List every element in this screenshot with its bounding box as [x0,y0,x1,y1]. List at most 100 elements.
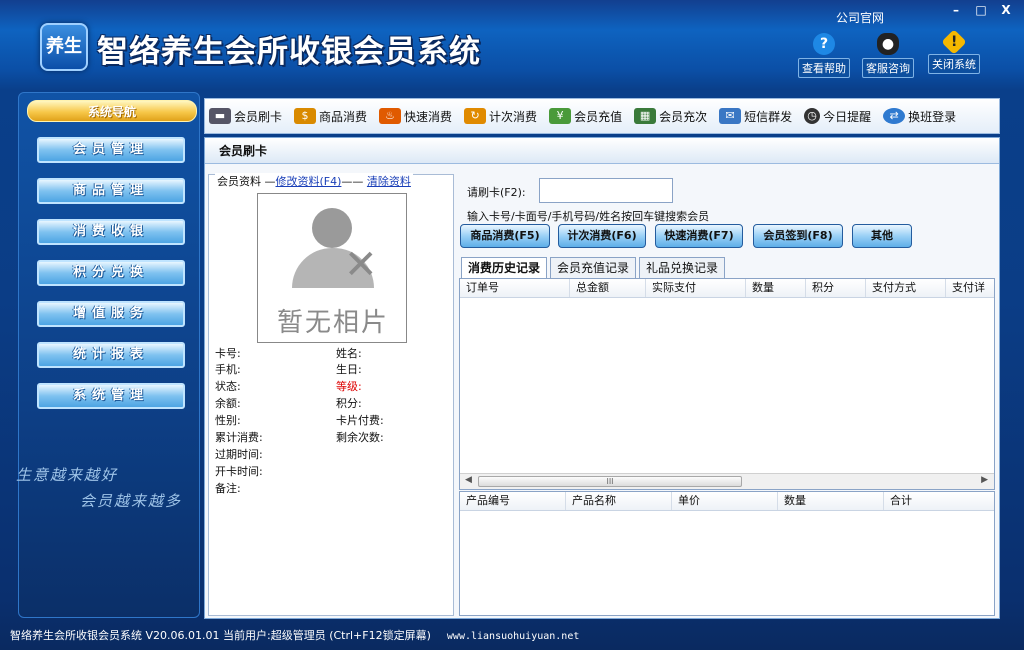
member-info-label: 会员资料 [217,175,261,188]
column-header[interactable]: 数量 [778,492,884,510]
flame-icon: ♨ [379,108,402,124]
toolbar-label: 会员充次 [659,109,708,124]
tab-recharge-records[interactable]: 会员充值记录 [550,257,637,278]
toolbar-member-count-recharge[interactable]: ▦ 会员充次 [634,108,707,125]
member-info-legend: 会员资料 —修改资料(F4)—— 清除资料 [215,173,413,189]
column-header[interactable]: 数量 [746,279,806,297]
slogan-line-1: 生意越来越好 [16,466,119,484]
minimize-button[interactable]: – [944,2,968,19]
column-header[interactable]: 产品编号 [460,492,566,510]
sidebar-item-product-management[interactable]: 商品管理 [37,178,185,204]
company-website-link[interactable]: 公司官网 [836,9,884,26]
clear-member-link[interactable]: 清除资料 [367,175,411,188]
money-bag-icon: $ [294,108,317,124]
field-balance: 余额: [215,397,241,410]
field-status: 状态: [215,380,241,393]
envelope-icon: ✉ [719,108,742,124]
sidebar-item-member-management[interactable]: 会员管理 [37,137,185,163]
record-tabs: 消费历史记录 会员充值记录 礼品兑换记录 [461,257,728,278]
column-header[interactable]: 产品名称 [566,492,672,510]
toolbar-label: 会员充值 [574,109,623,124]
close-button[interactable]: X [994,2,1018,19]
help-button[interactable]: ? 查看帮助 [795,33,853,78]
main-panel: 会员刷卡 会员资料 —修改资料(F4)—— 清除资料 ✕ 暂无相片 卡号: 手机… [204,137,1000,619]
column-header[interactable]: 支付方式 [866,279,946,297]
app-logo: 养生 [40,23,88,71]
help-label: 查看帮助 [798,58,850,78]
product-sale-button[interactable]: 商品消费(F5) [460,224,550,248]
column-header[interactable]: 支付详 [946,279,994,297]
switch-user-icon: ⇄ [883,108,906,124]
maximize-button[interactable]: □ [969,2,993,19]
help-icon: ? [813,33,835,55]
table-header: 订单号 总金额 实际支付 数量 积分 支付方式 支付详 [460,279,994,298]
close-system-label: 关闭系统 [928,54,980,74]
field-name: 姓名: [336,347,362,360]
column-header[interactable]: 订单号 [460,279,570,297]
no-photo-x-icon: ✕ [344,242,378,288]
order-detail-table[interactable]: 产品编号 产品名称 单价 数量 合计 [459,491,995,616]
toolbar-product-sale[interactable]: $ 商品消费 [294,108,367,125]
toolbar-label: 换班登录 [908,109,957,124]
scroll-thumb[interactable]: III [478,476,742,487]
toolbar-label: 商品消费 [319,109,368,124]
other-button[interactable]: 其他 [852,224,912,248]
toolbar-shift-login[interactable]: ⇄ 换班登录 [883,108,956,125]
quick-sale-button[interactable]: 快速消费(F7) [655,224,743,248]
member-info-panel: 会员资料 —修改资料(F4)—— 清除资料 ✕ 暂无相片 卡号: 手机: 状态:… [208,173,454,616]
field-points: 积分: [336,397,362,410]
field-phone: 手机: [215,363,241,376]
column-header[interactable]: 积分 [806,279,866,297]
swipe-card-input[interactable] [539,178,673,203]
toolbar-label: 会员刷卡 [234,109,283,124]
table-header: 产品编号 产品名称 单价 数量 合计 [460,492,994,511]
app-title: 智络养生会所收银会员系统 [97,34,481,70]
search-hint: 输入卡号/卡面号/手机号码/姓名按回车键搜索会员 [467,210,710,223]
count-sale-button[interactable]: 计次消费(F6) [558,224,646,248]
edit-member-link[interactable]: 修改资料(F4) [276,175,342,188]
qq-penguin-icon: ● [877,33,899,55]
panel-title: 会员刷卡 [205,138,999,164]
scroll-left-icon[interactable]: ◀ [465,475,472,485]
app-window: 养生 智络养生会所收银会员系统 公司官网 – □ X ? 查看帮助 ● 客服咨询… [0,0,1024,650]
member-photo: ✕ 暂无相片 [257,193,407,343]
sidebar-item-checkout[interactable]: 消费收银 [37,219,185,245]
clock-icon: ◷ [804,108,821,124]
field-remarks: 备注: [215,482,241,495]
column-header[interactable]: 总金额 [570,279,646,297]
status-bar: 智络养生会所收银会员系统 V20.06.01.01 当前用户:超级管理员 (Ct… [10,627,579,643]
sidebar-item-points-exchange[interactable]: 积分兑换 [37,260,185,286]
sidebar-item-system-management[interactable]: 系统管理 [37,383,185,409]
column-header[interactable]: 实际支付 [646,279,746,297]
toolbar-today-reminder[interactable]: ◷ 今日提醒 [804,108,871,125]
column-header[interactable]: 合计 [884,492,992,510]
sidebar-item-value-added[interactable]: 增值服务 [37,301,185,327]
toolbar-quick-sale[interactable]: ♨ 快速消费 [379,108,452,125]
toolbar-count-sale[interactable]: ↻ 计次消费 [464,108,537,125]
status-text: 智络养生会所收银会员系统 V20.06.01.01 当前用户:超级管理员 (Ct… [10,629,431,642]
slogan-line-2: 会员越来越多 [80,492,183,510]
column-header[interactable]: 单价 [672,492,778,510]
toolbar-member-recharge[interactable]: ¥ 会员充值 [549,108,622,125]
recharge-icon: ¥ [549,108,572,124]
field-total-spent: 累计消费: [215,431,263,444]
horizontal-scrollbar[interactable]: ◀ III ▶ [460,473,994,489]
close-system-button[interactable]: ! 关闭系统 [925,29,983,74]
field-expiry: 过期时间: [215,448,263,461]
field-remaining-count: 剩余次数: [336,431,384,444]
window-controls: – □ X [944,2,1018,19]
customer-service-button[interactable]: ● 客服咨询 [859,33,917,78]
sidebar-title: 系统导航 [27,100,197,122]
customer-service-label: 客服咨询 [862,58,914,78]
toolbar-member-swipe[interactable]: ▬ 会员刷卡 [209,108,282,125]
member-checkin-button[interactable]: 会员签到(F8) [753,224,843,248]
toolbar-sms-broadcast[interactable]: ✉ 短信群发 [719,108,792,125]
consumption-history-table[interactable]: 订单号 总金额 实际支付 数量 积分 支付方式 支付详 ◀ III ▶ [459,278,995,490]
toolbar-label: 计次消费 [489,109,538,124]
tab-consumption-history[interactable]: 消费历史记录 [461,257,548,278]
field-birthday: 生日: [336,363,362,376]
sidebar-item-reports[interactable]: 统计报表 [37,342,185,368]
tab-gift-exchange[interactable]: 礼品兑换记录 [639,257,726,278]
card-reader-icon: ▬ [209,108,231,124]
scroll-right-icon[interactable]: ▶ [981,475,988,485]
